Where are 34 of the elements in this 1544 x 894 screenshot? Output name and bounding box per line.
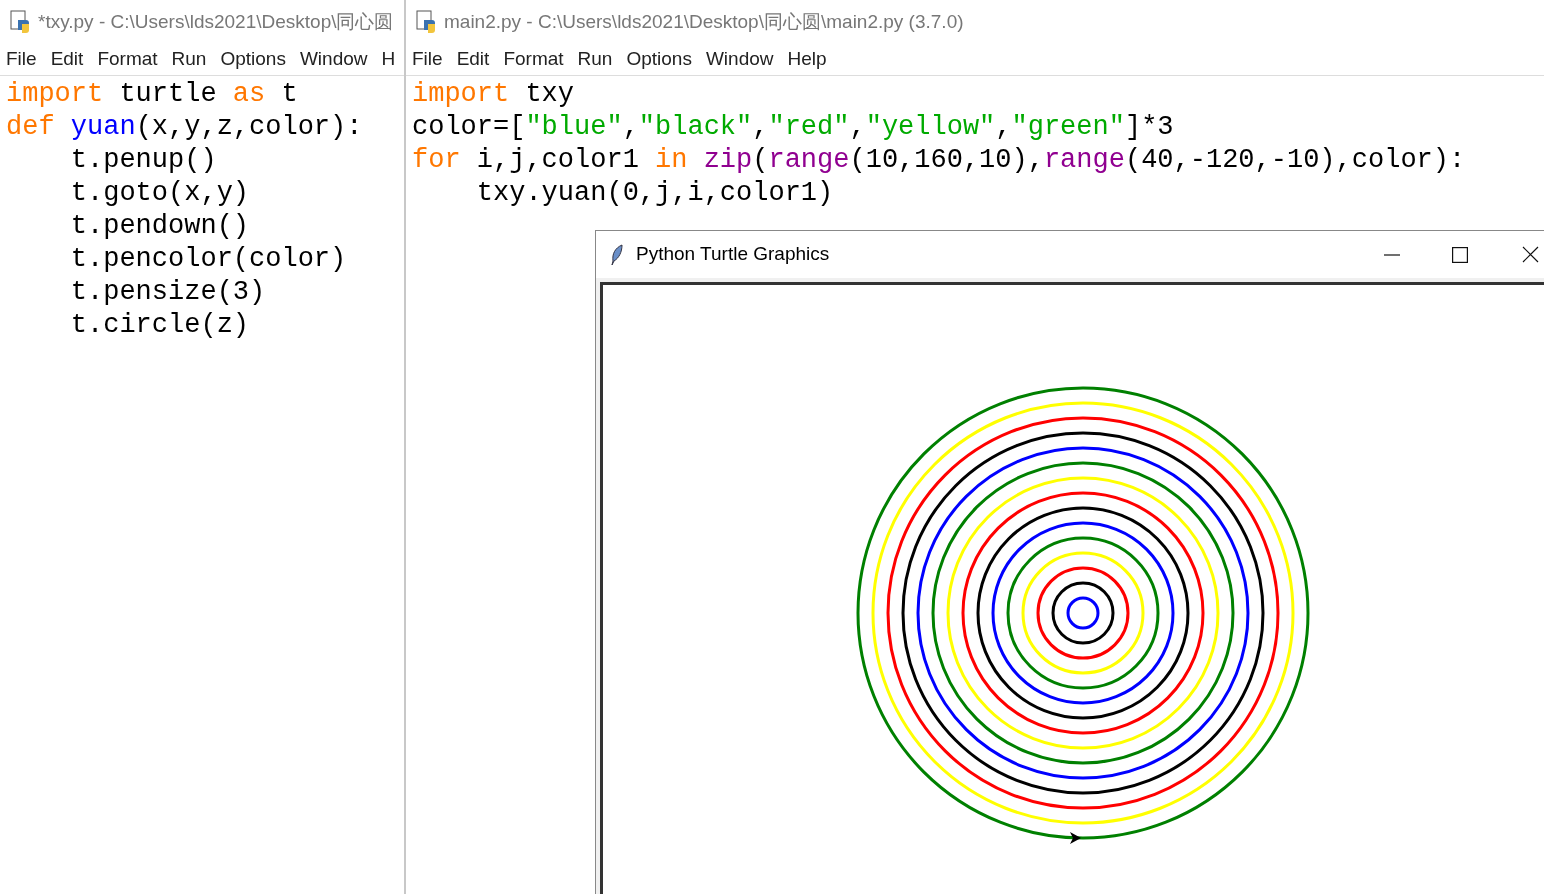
code-line: import turtle as t (6, 78, 298, 111)
menu-item[interactable]: File (6, 45, 37, 74)
code-line: t.pencolor(color) (69, 243, 347, 276)
python-file-icon (416, 10, 438, 34)
code-line: import txy (412, 78, 575, 111)
menu-item[interactable]: Options (626, 45, 692, 74)
code-line: for i,j,color1 in zip(range(10,160,10),range(40,-120,-10),color): (412, 144, 1466, 177)
code-line: color=["blue","black","red","yellow","green"]*3 (412, 111, 1174, 144)
code-line: t.pensize(3) (69, 276, 266, 309)
menu-item[interactable]: H (381, 45, 396, 74)
code-line: txy.yuan(0,j,i,color1) (475, 177, 834, 210)
menu-item[interactable]: Help (787, 45, 827, 74)
python-file-icon (10, 10, 32, 34)
window-title: Python Turtle Graphics (636, 242, 830, 267)
menu-item[interactable]: Edit (50, 45, 84, 74)
code-line: t.circle(z) (69, 309, 250, 342)
menu-item[interactable]: Window (705, 45, 774, 74)
feather-icon (610, 243, 624, 266)
window-title: main2.py - C:\Users\lds2021\Desktop\同心圆\main2.py (3.7.0) (444, 9, 964, 34)
menu-item[interactable]: Window (299, 45, 368, 74)
menu-item[interactable]: Run (577, 45, 613, 74)
menu-item[interactable]: File (412, 45, 443, 74)
menu-item[interactable]: Run (171, 45, 207, 74)
maximize-icon[interactable] (1452, 246, 1468, 263)
window-title: *txy.py - C:\Users\lds2021\Desktop\同心圆 (38, 9, 394, 34)
menu-item[interactable]: Format (97, 45, 158, 74)
menu-item[interactable]: Format (503, 45, 564, 74)
menu-item[interactable]: Options (220, 45, 286, 74)
code-line: t.goto(x,y) (69, 177, 250, 210)
menu-item[interactable]: Edit (456, 45, 490, 74)
code-line: t.pendown() (69, 210, 250, 243)
close-icon[interactable] (1522, 246, 1539, 263)
code-line: def yuan(x,y,z,color): (6, 111, 363, 144)
code-line: t.penup() (69, 144, 217, 177)
